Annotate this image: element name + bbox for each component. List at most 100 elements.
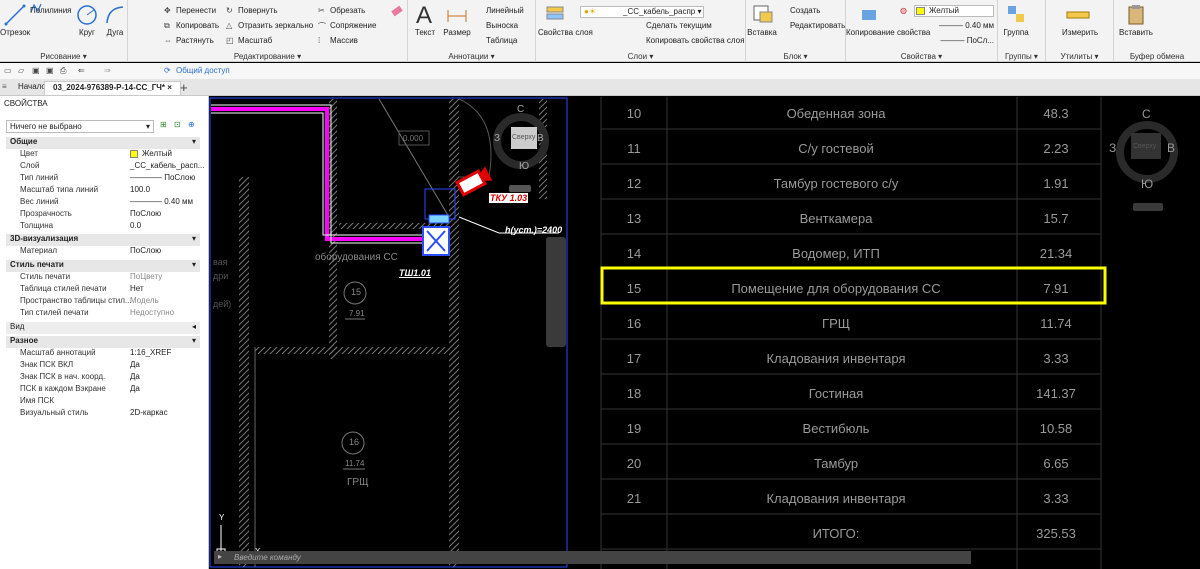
viewcube-south[interactable]: Ю [519, 161, 529, 172]
layers-panel-label[interactable]: Слои ▾ [536, 52, 745, 61]
prop-row[interactable]: Вес линий ———— 0.40 мм [6, 197, 200, 209]
prop-row[interactable]: Имя ПСК [6, 396, 200, 408]
copy-button[interactable]: Копировать [176, 21, 219, 30]
dimension-icon[interactable] [446, 6, 468, 24]
linear-dim-button[interactable]: Линейный [486, 6, 524, 15]
undo-icon[interactable]: ⇐ [78, 66, 85, 75]
stretch-button[interactable]: Растянуть [176, 36, 214, 45]
line-button[interactable]: Отрезок [0, 28, 30, 37]
select-objects-icon[interactable]: ⊡ [174, 120, 181, 129]
prop-row[interactable]: Цвет Желтый [6, 149, 200, 161]
viewcube-east[interactable]: В [537, 133, 544, 144]
trim-icon[interactable]: ✂ [318, 6, 325, 15]
properties-panel-label[interactable]: Свойства ▾ [846, 52, 997, 61]
selection-dropdown[interactable]: Ничего не выбрано ▾ [6, 120, 154, 133]
tab-drawing[interactable]: 03_2024-976389-Р-14-СС_ГЧ* × [44, 81, 181, 95]
prop-row[interactable]: Визуальный стиль 2D-каркас [6, 408, 200, 420]
prop-row[interactable]: Прозрачность ПоСлою [6, 209, 200, 221]
open-file-icon[interactable]: ▱ [18, 66, 24, 75]
measure-button[interactable]: Измерить [1046, 28, 1114, 37]
save-as-icon[interactable]: ▣ [46, 66, 54, 75]
groups-panel-label[interactable]: Группы ▾ [998, 52, 1045, 61]
move-icon[interactable]: ✥ [164, 6, 171, 15]
color-dropdown[interactable]: Желтый [914, 5, 994, 17]
viewcube-north[interactable]: С [517, 104, 524, 115]
text-icon[interactable]: A [416, 2, 432, 30]
quick-select-icon[interactable]: ⊞ [160, 120, 167, 129]
close-tab-icon[interactable]: × [167, 83, 172, 92]
arc-icon[interactable] [104, 4, 126, 26]
section-view[interactable]: Вид ◂ [6, 322, 200, 334]
prop-row[interactable]: Таблица стилей печати Нет [6, 284, 200, 296]
scale-icon[interactable]: ◰ [226, 36, 234, 45]
fillet-icon[interactable]: ⌒ [318, 21, 326, 32]
rotate-icon[interactable]: ↻ [226, 6, 233, 15]
mirror-button[interactable]: Отразить зеркально [238, 21, 313, 30]
group-icon[interactable] [1006, 4, 1026, 24]
linetype-dropdown[interactable]: ——— ПоСл... [914, 36, 994, 45]
trim-button[interactable]: Обрезать [330, 6, 365, 15]
section-print[interactable]: Стиль печати ▾ [6, 260, 200, 272]
shared-access-button[interactable]: Общий доступ [176, 66, 230, 75]
layer-dropdown[interactable]: _CC_кабель_распр ▾ [580, 6, 704, 18]
circle-button[interactable]: Круг [72, 28, 102, 37]
command-line[interactable]: Введите команду [214, 551, 971, 564]
line-icon[interactable] [4, 4, 26, 26]
create-block-button[interactable]: Создать [790, 6, 820, 15]
prop-row[interactable]: Стиль печати ПоЦвету [6, 272, 200, 284]
section-misc[interactable]: Разное ▾ [6, 336, 200, 348]
copy-icon[interactable]: ⧉ [164, 21, 170, 31]
prop-row[interactable]: Знак ПСК в нач. коорд. Да [6, 372, 200, 384]
prop-row[interactable]: Знак ПСК ВКЛ Да [6, 360, 200, 372]
leader-button[interactable]: Выноска [486, 21, 518, 30]
group-button[interactable]: Группа [998, 28, 1034, 37]
polyline-button[interactable]: Полилиния [30, 6, 72, 15]
array-button[interactable]: Массив [330, 36, 358, 45]
prop-row[interactable]: Материал ПоСлою [6, 246, 200, 258]
prop-row[interactable]: Масштаб аннотаций 1:16_XREF [6, 348, 200, 360]
save-icon[interactable]: ▣ [32, 66, 40, 75]
fillet-button[interactable]: Сопряжение [330, 21, 376, 30]
viewcube-west[interactable]: З [494, 133, 500, 144]
draw-panel-label[interactable]: Рисование ▾ [0, 52, 127, 61]
annotation-panel-label[interactable]: Аннотации ▾ [408, 52, 535, 61]
text-button[interactable]: Текст [410, 28, 440, 37]
viewcube-top-face[interactable]: Сверху [512, 134, 535, 141]
layer-properties-button[interactable]: Свойства слоя [538, 28, 593, 38]
mirror-icon[interactable]: △ [226, 21, 232, 30]
prop-row[interactable]: Слой _CC_кабель_расп... [6, 161, 204, 173]
prop-row[interactable]: Пространство таблицы стил... Модель [6, 296, 200, 308]
stretch-icon[interactable]: ⇔ [164, 36, 172, 45]
prop-row[interactable]: Масштаб типа линий 100.0 [6, 185, 200, 197]
dimension-button[interactable]: Размер [442, 28, 472, 37]
print-icon[interactable]: ⎙ [60, 66, 66, 76]
utilities-panel-label[interactable]: Утилиты ▾ [1046, 52, 1113, 61]
block-panel-label[interactable]: Блок ▾ [746, 52, 845, 61]
share-icon[interactable]: ⟳ [164, 66, 171, 75]
make-current-button[interactable]: Сделать текущим [646, 21, 712, 30]
drawing-canvas[interactable]: 0.000 оборудования СС 15 7.91 16 11.74 Г… [209, 97, 1200, 569]
measure-icon[interactable] [1066, 8, 1090, 22]
scale-button[interactable]: Масштаб [238, 36, 272, 45]
match-properties-button[interactable]: Копирование свойства [846, 28, 930, 38]
table-button[interactable]: Таблица [486, 36, 517, 45]
section-3d[interactable]: 3D-визуализация ▾ [6, 234, 200, 246]
prop-row[interactable]: Тип стилей печати Недоступно [6, 308, 200, 320]
prop-row[interactable]: ПСК в каждом Вэкране Да [6, 384, 200, 396]
menu-icon[interactable]: ≡ [2, 82, 7, 91]
edit-block-button[interactable]: Редактировать [790, 21, 845, 30]
layer-properties-icon[interactable] [544, 4, 568, 26]
section-general[interactable]: Общие ▾ [6, 137, 200, 149]
paste-button[interactable]: Вставить [1116, 28, 1156, 37]
prop-row[interactable]: Тип линий ———— ПоСлою [6, 173, 200, 185]
new-tab-button[interactable]: + [180, 80, 188, 95]
match-properties-icon[interactable] [858, 4, 880, 24]
pickadd-icon[interactable]: ⊕ [188, 120, 195, 129]
arc-button[interactable]: Дуга [100, 28, 130, 37]
move-button[interactable]: Перенести [176, 6, 216, 15]
modify-panel-label[interactable]: Редактирование ▾ [128, 52, 407, 61]
insert-block-icon[interactable] [752, 4, 774, 24]
rotate-button[interactable]: Повернуть [238, 6, 278, 15]
lineweight-dropdown[interactable]: ——— 0.40 мм [914, 21, 994, 30]
redo-icon[interactable]: ⇒ [104, 66, 111, 75]
